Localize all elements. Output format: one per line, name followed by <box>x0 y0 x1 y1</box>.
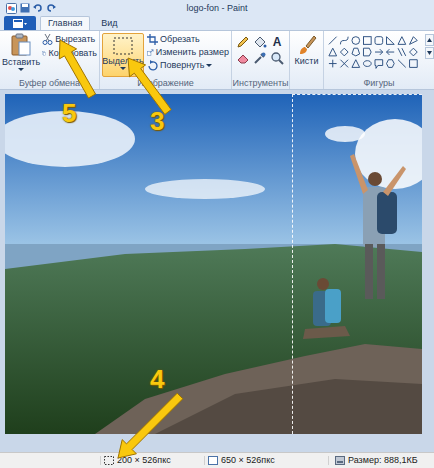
ribbon: Вставить Вырезать Копировать Буфер обмен… <box>0 30 434 90</box>
title-bar: logo-fon - Paint <box>0 0 434 16</box>
arrow-icon <box>128 58 171 114</box>
canvas-area <box>0 90 434 452</box>
group-label: Изображение <box>137 79 194 88</box>
paste-icon <box>9 33 33 57</box>
selection-size-icon <box>104 456 114 465</box>
annotation-number: 4 <box>150 366 164 392</box>
save-icon[interactable] <box>20 3 30 13</box>
app-menu-button[interactable] <box>4 16 36 30</box>
undo-icon[interactable] <box>33 3 43 13</box>
magnifier-icon[interactable] <box>270 51 284 65</box>
file-size: Размер: 888,1КБ <box>328 456 434 465</box>
ribbon-tab[interactable]: Главная <box>40 16 90 30</box>
image-group: Выделить Обрезать Изменить размер Поверн… <box>100 31 232 89</box>
scroll-down-icon[interactable] <box>425 47 434 59</box>
app-icon <box>6 3 17 14</box>
annotation-number: 3 <box>150 108 164 134</box>
select-label: Выделить <box>102 56 144 67</box>
shapes-group: Фигуры <box>324 31 434 89</box>
copy-icon <box>42 48 46 59</box>
photo-picture <box>5 94 422 434</box>
pencil-icon[interactable] <box>236 35 250 49</box>
cut-label: Вырезать <box>55 34 95 45</box>
redo-icon[interactable] <box>46 3 56 13</box>
shapes-gallery-icon[interactable] <box>327 34 423 72</box>
clipboard-group: Вставить Вырезать Копировать Буфер обмен… <box>0 31 100 89</box>
ribbon-tab[interactable]: Вид <box>94 16 124 30</box>
scroll-up-icon[interactable] <box>425 34 434 46</box>
color-picker-icon[interactable] <box>253 51 267 65</box>
copy-button[interactable]: Копировать <box>42 48 97 59</box>
arrow-icon <box>59 40 95 98</box>
menu-icon <box>13 19 27 28</box>
tab-row: Главная Вид <box>0 16 434 30</box>
select-button[interactable]: Выделить <box>102 33 144 77</box>
selection-size: 200 × 526пкс <box>100 456 204 465</box>
text-tool-icon[interactable]: A <box>270 35 284 49</box>
resize-button[interactable]: Изменить размер <box>147 47 229 58</box>
dropdown-icon <box>120 67 126 71</box>
selection-icon <box>112 36 134 56</box>
group-label: Фигуры <box>363 79 394 88</box>
annotation-arrows <box>0 0 434 468</box>
brush-icon <box>296 34 318 56</box>
group-label: Буфер обмена <box>19 79 80 88</box>
crop-button[interactable]: Обрезать <box>147 34 229 45</box>
file-size-text: Размер: 888,1КБ <box>348 456 418 465</box>
rotate-label: Повернуть <box>160 60 204 71</box>
window-title: logo-fon - Paint <box>186 4 247 13</box>
disk-icon <box>335 456 345 465</box>
paint-window: logo-fon - Paint Главная Вид Вставить <box>0 0 434 468</box>
group-label: Инструменты <box>232 79 288 88</box>
selection-size-text: 200 × 526пкс <box>117 456 171 465</box>
dropdown-icon <box>18 68 24 72</box>
dropdown-icon <box>206 64 212 68</box>
brushes-label: Кисти <box>295 56 319 67</box>
arrow-icon <box>118 393 183 458</box>
fill-icon[interactable] <box>253 35 267 49</box>
image-size-text: 650 × 526пкс <box>221 456 275 465</box>
crop-label: Обрезать <box>160 34 200 45</box>
scissors-icon <box>42 34 53 45</box>
annotation-number: 5 <box>62 100 76 126</box>
brushes-group: Кисти <box>290 31 324 89</box>
tools-group: A Инструменты <box>232 31 290 89</box>
rotate-icon <box>147 60 158 71</box>
image-size-icon <box>208 456 218 465</box>
image-size: 650 × 526пкс <box>204 456 328 465</box>
cut-button[interactable]: Вырезать <box>42 34 97 45</box>
rotate-button[interactable]: Повернуть <box>147 60 229 71</box>
canvas-image[interactable] <box>5 94 422 434</box>
brushes-button[interactable]: Кисти <box>290 31 323 89</box>
paste-button[interactable]: Вставить <box>2 33 40 77</box>
status-bar: 200 × 526пкс 650 × 526пкс Размер: 888,1К… <box>0 452 434 468</box>
resize-label: Изменить размер <box>156 47 229 58</box>
selection-rectangle[interactable] <box>292 94 422 434</box>
eraser-icon[interactable] <box>236 51 250 65</box>
paste-label: Вставить <box>2 57 40 68</box>
crop-icon <box>147 34 158 45</box>
copy-label: Копировать <box>49 48 97 59</box>
resize-icon <box>147 47 154 58</box>
